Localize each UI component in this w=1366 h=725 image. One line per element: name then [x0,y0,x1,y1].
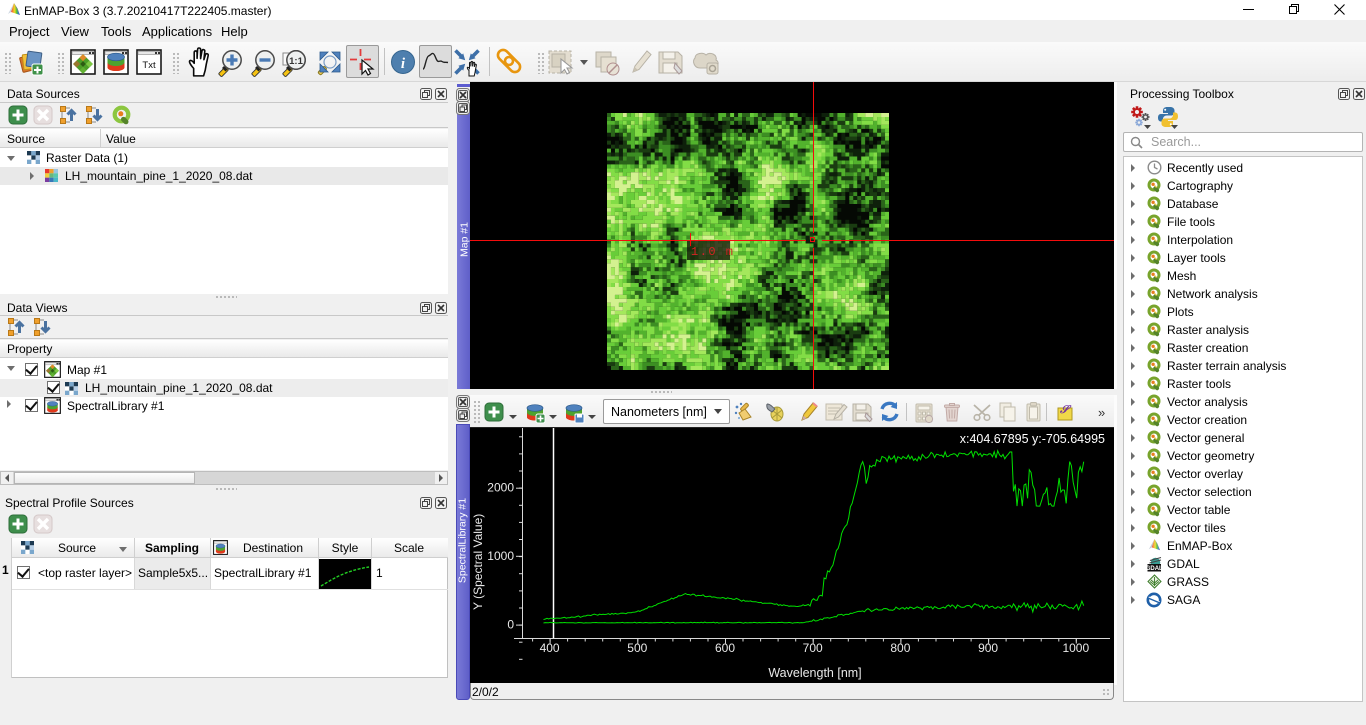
svg-text:400: 400 [540,641,560,655]
svg-text:800: 800 [890,641,910,655]
svg-text:Wavelength [nm]: Wavelength [nm] [768,666,861,680]
svg-text:Y (Spectral Value): Y (Spectral Value) [471,514,485,610]
svg-text:2000: 2000 [487,481,514,495]
svg-text:Txt: Txt [142,60,156,71]
svg-text:GDAL: GDAL [1146,566,1162,572]
svg-text:0: 0 [507,618,514,632]
svg-text:900: 900 [978,641,998,655]
svg-text:x:404.67895 y:-705.64995: x:404.67895 y:-705.64995 [960,432,1105,446]
svg-text:1000: 1000 [487,549,514,563]
svg-text:600: 600 [715,641,735,655]
svg-text:500: 500 [627,641,647,655]
svg-text:1:1: 1:1 [289,56,303,67]
svg-text:700: 700 [803,641,823,655]
svg-text:1000: 1000 [1062,641,1089,655]
